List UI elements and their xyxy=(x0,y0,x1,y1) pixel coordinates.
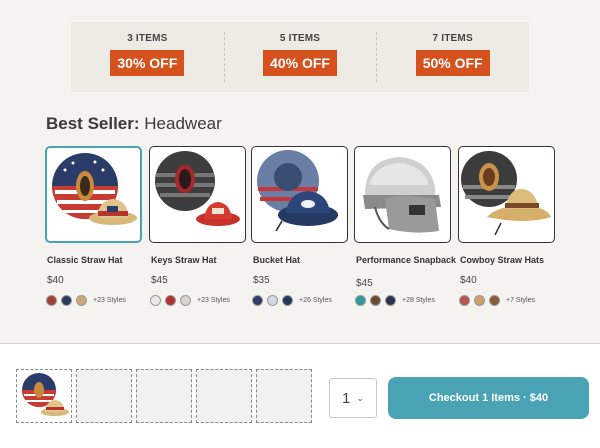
more-styles-link[interactable]: +7 Styles xyxy=(506,297,535,304)
color-swatches: +23 Styles xyxy=(150,295,230,306)
product-price: $35 xyxy=(253,275,270,286)
product-price: $40 xyxy=(460,275,477,286)
tier-discount-badge: 30% OFF xyxy=(110,50,185,76)
color-swatch[interactable] xyxy=(355,295,366,306)
straw-hat-flag-image xyxy=(52,153,137,225)
product-card[interactable]: Cowboy Straw Hats $40 +7 Styles xyxy=(458,146,555,306)
product-price: $45 xyxy=(151,275,168,286)
product-name[interactable]: Keys Straw Hat xyxy=(151,255,217,265)
bundle-slot-empty[interactable] xyxy=(76,369,132,423)
color-swatch[interactable] xyxy=(76,295,87,306)
product-card[interactable]: Keys Straw Hat $45 +23 Styles xyxy=(149,146,246,306)
color-swatch[interactable] xyxy=(180,295,191,306)
color-swatch[interactable] xyxy=(385,295,396,306)
product-card[interactable]: Bucket Hat $35 +26 Styles xyxy=(251,146,348,306)
more-styles-link[interactable]: +26 Styles xyxy=(299,297,332,304)
section-title: Best Seller: Headwear xyxy=(46,114,222,134)
color-swatch[interactable] xyxy=(46,295,57,306)
cowboy-hat-image xyxy=(461,151,551,236)
bundle-slot-empty[interactable] xyxy=(256,369,312,423)
color-swatch[interactable] xyxy=(459,295,470,306)
snapback-image xyxy=(363,157,441,233)
bundle-slot-empty[interactable] xyxy=(136,369,192,423)
color-swatch[interactable] xyxy=(282,295,293,306)
product-image[interactable] xyxy=(45,146,142,243)
tier-3-items: 3 ITEMS 30% OFF xyxy=(71,22,224,92)
tier-count: 7 ITEMS xyxy=(432,33,473,44)
color-swatch[interactable] xyxy=(61,295,72,306)
product-name[interactable]: Cowboy Straw Hats xyxy=(460,255,544,265)
tier-count: 5 ITEMS xyxy=(279,33,321,44)
product-name[interactable]: Classic Straw Hat xyxy=(47,255,123,265)
color-swatch[interactable] xyxy=(165,295,176,306)
bundle-slot-filled[interactable] xyxy=(16,369,72,423)
color-swatches: +26 Styles xyxy=(252,295,332,306)
product-price: $45 xyxy=(356,278,373,289)
chevron-down-icon: ⌄ xyxy=(356,392,364,403)
bundle-discount-banner: 3 ITEMS 30% OFF 5 ITEMS 40% OFF 7 ITEMS … xyxy=(71,22,529,92)
bundle-builder-bar: 1 ⌄ Checkout 1 Items · $40 xyxy=(0,344,600,448)
color-swatch[interactable] xyxy=(150,295,161,306)
tier-7-items: 7 ITEMS 50% OFF xyxy=(376,22,529,92)
checkout-button[interactable]: Checkout 1 Items · $40 xyxy=(388,377,589,419)
more-styles-link[interactable]: +23 Styles xyxy=(197,297,230,304)
tier-5-items: 5 ITEMS 40% OFF xyxy=(223,22,377,92)
straw-hat-flag-image xyxy=(22,373,69,416)
quantity-value: 1 xyxy=(342,389,351,407)
color-swatch[interactable] xyxy=(252,295,263,306)
bundle-slot-empty[interactable] xyxy=(196,369,252,423)
product-name[interactable]: Bucket Hat xyxy=(253,255,300,265)
product-image[interactable] xyxy=(458,146,555,243)
tier-count: 3 ITEMS xyxy=(127,33,168,44)
more-styles-link[interactable]: +28 Styles xyxy=(402,297,435,304)
product-card[interactable]: Performance Snapback $45 +28 Styles xyxy=(354,146,456,306)
more-styles-link[interactable]: +23 Styles xyxy=(93,297,126,304)
color-swatch[interactable] xyxy=(370,295,381,306)
section-title-category: Headwear xyxy=(144,114,222,133)
product-card[interactable]: Classic Straw Hat $40 +23 Styles xyxy=(45,146,142,306)
keys-hat-image xyxy=(155,151,240,226)
color-swatch[interactable] xyxy=(489,295,500,306)
product-image[interactable] xyxy=(251,146,348,243)
product-name[interactable]: Performance Snapback xyxy=(356,255,456,265)
color-swatches: +23 Styles xyxy=(46,295,126,306)
color-swatch[interactable] xyxy=(267,295,278,306)
color-swatches: +28 Styles xyxy=(355,295,435,306)
color-swatches: +7 Styles xyxy=(459,295,535,306)
tier-discount-badge: 40% OFF xyxy=(263,50,337,76)
bucket-hat-image xyxy=(257,150,338,232)
section-title-bold: Best Seller: xyxy=(46,114,140,133)
quantity-select[interactable]: 1 ⌄ xyxy=(329,378,377,418)
product-image[interactable] xyxy=(354,146,451,243)
color-swatch[interactable] xyxy=(474,295,485,306)
product-image[interactable] xyxy=(149,146,246,243)
product-price: $40 xyxy=(47,275,64,286)
tier-discount-badge: 50% OFF xyxy=(415,50,490,76)
